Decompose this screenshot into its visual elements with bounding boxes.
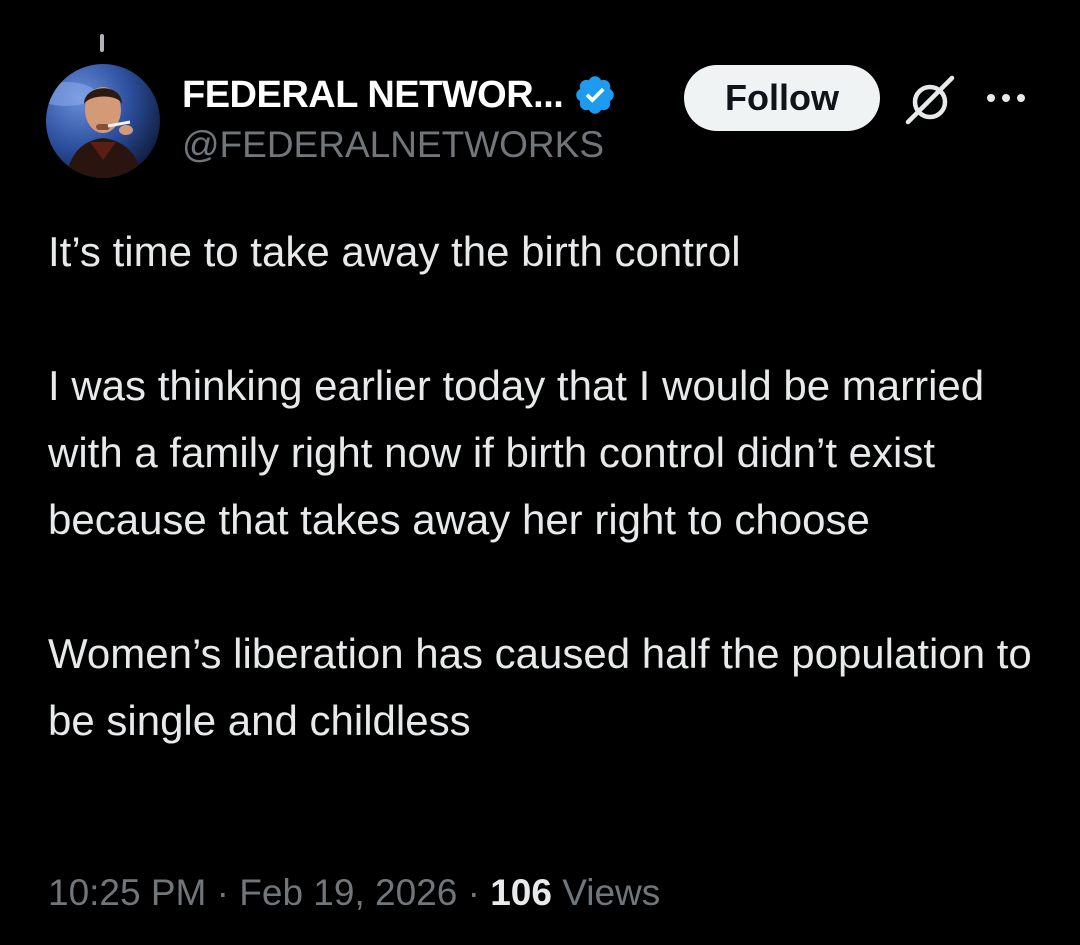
thread-connector-line (100, 34, 104, 52)
more-options-icon[interactable] (984, 88, 1028, 108)
follow-button[interactable]: Follow (684, 65, 880, 131)
author-display-name[interactable]: FEDERAL NETWOR... (182, 74, 564, 117)
avatar-image (46, 64, 160, 178)
tweet-paragraph: I was thinking earlier today that I woul… (48, 362, 985, 543)
meta-separator: · (216, 872, 229, 913)
tweet-paragraph: It’s time to take away the birth control (48, 228, 741, 275)
tweet-time[interactable]: 10:25 PM (48, 872, 206, 913)
tweet-date[interactable]: Feb 19, 2026 (239, 872, 457, 913)
verified-badge-icon[interactable] (573, 73, 617, 117)
views-label[interactable]: Views (562, 872, 660, 913)
author-name-row: FEDERAL NETWOR... (182, 70, 617, 120)
author-handle[interactable]: @FEDERALNETWORKS (182, 124, 604, 166)
avatar[interactable] (46, 64, 160, 178)
grok-icon[interactable] (902, 72, 958, 128)
tweet-metadata: 10:25 PM · Feb 19, 2026 · 106 Views (48, 872, 660, 914)
tweet-paragraph: Women’s liberation has caused half the p… (48, 630, 1032, 744)
tweet-text: It’s time to take away the birth control… (48, 218, 1048, 754)
meta-separator: · (467, 872, 480, 913)
views-count[interactable]: 106 (490, 872, 552, 913)
